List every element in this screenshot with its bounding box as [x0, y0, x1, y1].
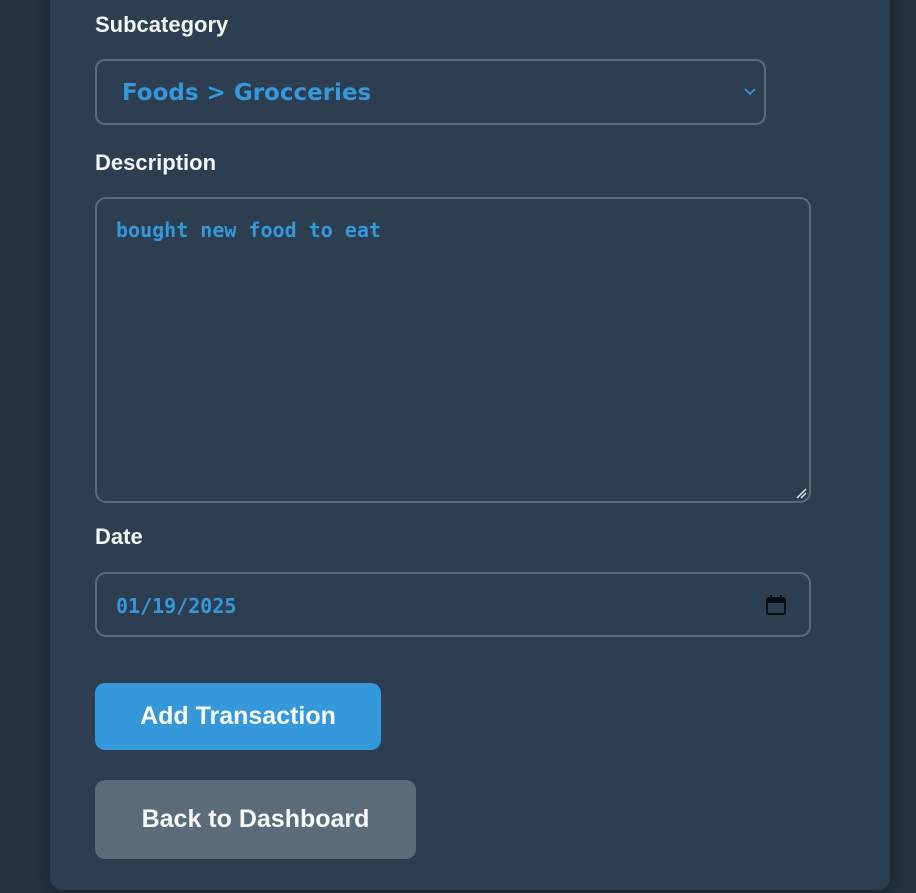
resize-grip-icon[interactable] [795, 487, 807, 499]
date-input[interactable]: 01/19/2025 [95, 572, 811, 637]
subcategory-label: Subcategory [95, 12, 229, 37]
date-label: Date [95, 524, 143, 549]
chevron-down-icon [744, 88, 756, 96]
page: Subcategory Foods > Grocceries Descripti… [0, 0, 916, 893]
add-transaction-button[interactable]: Add Transaction [95, 683, 381, 750]
date-value: 01/19/2025 [116, 594, 237, 618]
description-text: bought new food to eat [116, 218, 381, 242]
calendar-icon[interactable] [765, 594, 787, 616]
subcategory-select[interactable]: Foods > Grocceries [95, 59, 766, 125]
description-label: Description [95, 150, 217, 175]
description-textarea[interactable]: bought new food to eat [95, 197, 811, 503]
subcategory-selected-value: Foods > Grocceries [122, 80, 372, 106]
back-to-dashboard-button[interactable]: Back to Dashboard [95, 780, 416, 859]
